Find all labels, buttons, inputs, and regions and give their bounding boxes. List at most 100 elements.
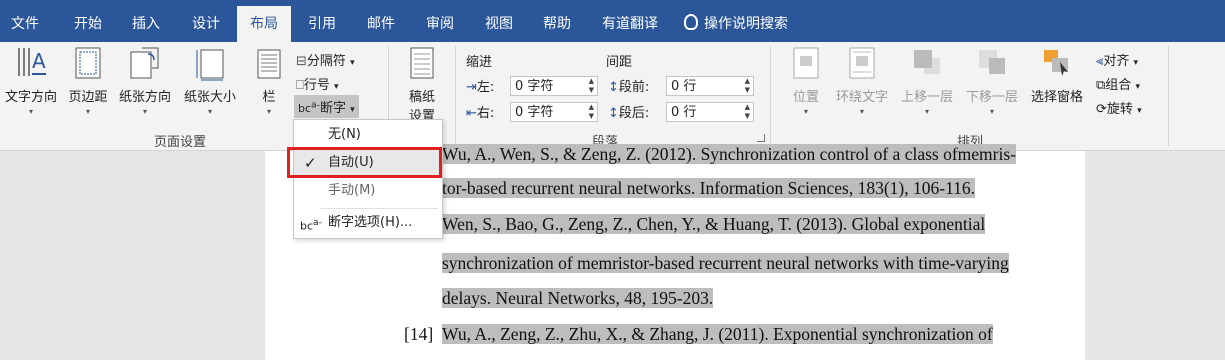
bring-forward-icon	[910, 46, 944, 82]
ribbon-tab-bar: 文件 开始 插入 设计 布局 引用 邮件 审阅 视图 帮助 有道翻译 操作说明搜…	[0, 0, 1225, 42]
margins-button[interactable]: 页边距 ▾	[64, 46, 112, 116]
spacing-before-label: ↕段前:	[608, 80, 650, 95]
group-button[interactable]: ⧉组合 ▾	[1096, 74, 1140, 93]
reference-line: synchronization of memristor-based recur…	[442, 253, 1009, 273]
line-numbers-icon: ⎕	[296, 78, 304, 93]
position-button[interactable]: 位置 ▾	[786, 46, 826, 116]
position-icon	[789, 46, 823, 82]
chevron-down-icon: ▾	[142, 107, 147, 116]
size-button[interactable]: 纸张大小 ▾	[180, 46, 240, 116]
orientation-button[interactable]: 纸张方向 ▾	[115, 46, 175, 116]
reference-line: tor-based recurrent neural networks. Inf…	[442, 178, 976, 198]
reference-number: [14]	[404, 324, 434, 344]
chevron-down-icon: ▾	[859, 107, 864, 116]
spinner-arrows-icon[interactable]: ▲ ▼	[745, 77, 750, 95]
tab-review[interactable]: 审阅	[413, 0, 467, 42]
indent-right-label: ⇤右:	[466, 106, 495, 121]
columns-icon	[256, 46, 282, 82]
margins-icon	[71, 46, 105, 82]
tab-help[interactable]: 帮助	[530, 0, 584, 42]
tab-references[interactable]: 引用	[296, 0, 348, 42]
chevron-down-icon: ▾	[1135, 82, 1140, 92]
breaks-button[interactable]: ⊟分隔符 ▾	[296, 50, 355, 69]
orientation-icon	[128, 46, 162, 82]
chevron-down-icon: ▾	[350, 105, 355, 115]
group-icon: ⧉	[1096, 78, 1106, 93]
hyphenation-menu: 无(N) ✓ 自动(U) 手动(M) bca- 断字选项(H)...	[293, 119, 443, 239]
page-setup-group-label: 页面设置	[153, 135, 206, 150]
rotate-button[interactable]: ⟳旋转 ▾	[1096, 98, 1142, 117]
indent-right-input[interactable]: 0 字符 ▲ ▼	[510, 102, 598, 122]
chevron-down-icon: ▾	[333, 82, 339, 92]
divider	[770, 46, 771, 146]
send-backward-button[interactable]: 下移一层 ▾	[961, 46, 1023, 116]
hyphenation-icon: bca-	[298, 99, 320, 115]
chevron-down-icon: ▾	[1133, 58, 1139, 68]
indent-title: 缩进	[466, 55, 493, 70]
hyphenation-button[interactable]: bca-断字 ▾	[294, 95, 359, 118]
lightbulb-icon	[684, 14, 698, 30]
indent-left-icon: ⇥	[466, 80, 477, 95]
wrap-text-icon	[845, 46, 879, 82]
chevron-down-icon: ▾	[1137, 106, 1142, 116]
menu-item-hyphenation-options[interactable]: bca- 断字选项(H)...	[294, 210, 442, 236]
wrap-text-button[interactable]: 环绕文字 ▾	[832, 46, 892, 116]
tab-insert[interactable]: 插入	[120, 0, 172, 42]
breaks-icon: ⊟	[296, 54, 307, 69]
spinner-arrows-icon[interactable]: ▲ ▼	[745, 103, 750, 121]
svg-text:A: A	[32, 49, 46, 73]
reference-line: Wu, A., Wen, S., & Zeng, Z. (2012). Sync…	[442, 144, 1016, 164]
tell-me-search[interactable]: 操作说明搜索	[684, 0, 804, 42]
chevron-down-icon: ▾	[350, 58, 355, 68]
indent-left-label: ⇥左:	[466, 80, 495, 95]
send-backward-icon	[975, 46, 1009, 82]
divider	[1168, 46, 1169, 146]
spacing-title: 间距	[606, 55, 633, 70]
page-size-icon	[193, 46, 227, 82]
chevron-down-icon: ▾	[207, 107, 212, 116]
tab-view[interactable]: 视图	[472, 0, 526, 42]
tab-mailings[interactable]: 邮件	[354, 0, 408, 42]
chevron-down-icon: ▾	[28, 107, 33, 116]
tab-file[interactable]: 文件	[0, 0, 50, 42]
menu-divider	[320, 208, 438, 209]
chevron-down-icon: ▾	[924, 107, 929, 116]
spinner-arrows-icon[interactable]: ▲ ▼	[589, 103, 594, 121]
line-numbers-button[interactable]: ⎕行号 ▾	[296, 74, 339, 93]
spacing-after-icon: ↕	[608, 106, 619, 121]
tab-youdao[interactable]: 有道翻译	[592, 0, 668, 42]
tab-design[interactable]: 设计	[178, 0, 234, 42]
bring-forward-button[interactable]: 上移一层 ▾	[896, 46, 958, 116]
divider	[455, 46, 456, 146]
spacing-after-input[interactable]: 0 行 ▲ ▼	[666, 102, 754, 122]
selection-pane-icon	[1040, 46, 1074, 82]
spacing-before-input[interactable]: 0 行 ▲ ▼	[666, 76, 754, 96]
manuscript-icon	[405, 46, 439, 82]
menu-item-none[interactable]: 无(N)	[294, 122, 442, 148]
text-direction-button[interactable]: A 文字方向 ▾	[0, 46, 62, 116]
reference-line: Wen, S., Bao, G., Zeng, Z., Chen, Y., & …	[442, 214, 986, 234]
chevron-down-icon: ▾	[85, 107, 90, 116]
ribbon: A 文字方向 ▾ 页边距 ▾ 纸张方向 ▾ 纸张大小 ▾ 栏 ▾ ⊟分隔符 ▾ ⎕行号 ▾…	[0, 42, 1225, 151]
text-direction-icon: A	[14, 46, 48, 82]
chevron-down-icon: ▾	[266, 107, 271, 116]
columns-button[interactable]: 栏 ▾	[254, 46, 284, 116]
tab-home[interactable]: 开始	[60, 0, 116, 42]
reference-line: Wu, A., Zeng, Z., Zhu, X., & Zhang, J. (…	[442, 324, 993, 344]
spinner-arrows-icon[interactable]: ▲ ▼	[589, 77, 594, 95]
chevron-down-icon: ▾	[803, 107, 808, 116]
indent-right-icon: ⇤	[466, 106, 477, 121]
indent-left-input[interactable]: 0 字符 ▲ ▼	[510, 76, 598, 96]
paragraph-launcher-icon[interactable]	[757, 134, 765, 142]
selection-pane-button[interactable]: 选择窗格	[1026, 46, 1088, 105]
spacing-before-icon: ↕	[608, 80, 619, 95]
spacing-after-label: ↕段后:	[608, 106, 650, 121]
tab-layout[interactable]: 布局	[237, 6, 291, 42]
annotation-highlight-box	[287, 147, 442, 178]
menu-item-manual[interactable]: 手动(M)	[294, 178, 442, 204]
align-button[interactable]: ⫷对齐 ▾	[1096, 50, 1138, 69]
reference-line: delays. Neural Networks, 48, 195-203.	[442, 288, 714, 308]
rotate-icon: ⟳	[1096, 102, 1107, 117]
chevron-down-icon: ▾	[989, 107, 994, 116]
manuscript-settings-button[interactable]: 稿纸 设置	[400, 46, 444, 124]
